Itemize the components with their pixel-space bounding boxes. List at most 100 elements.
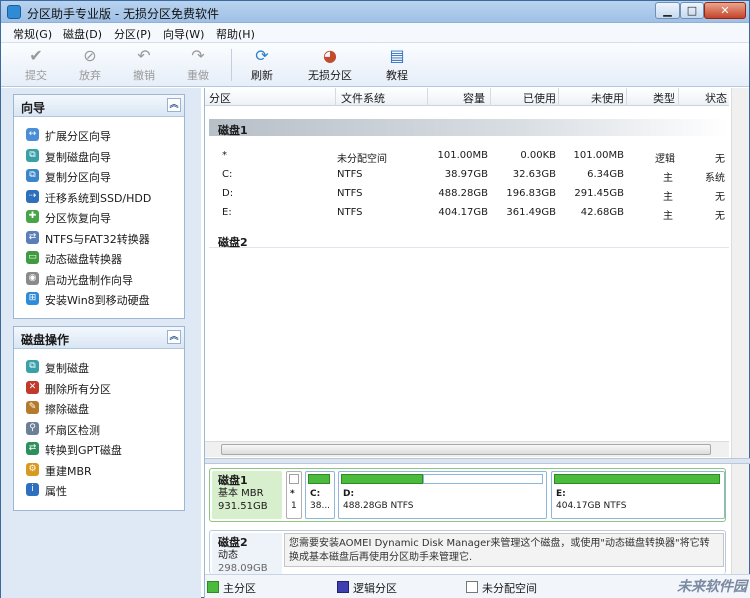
table-vertical-scrollbar[interactable] (731, 88, 749, 458)
redo-button[interactable]: ↷ 重做 (181, 46, 215, 84)
disk-op-convert-gpt[interactable]: ⇄ 转换到GPT磁盘 (14, 438, 184, 459)
close-button[interactable]: ✕ (704, 2, 746, 19)
info-icon: i (26, 483, 39, 496)
discard-icon: ⊘ (83, 46, 97, 65)
table-row[interactable]: C: NTFS 38.97GB 32.63GB 6.34GB 主 系统 (205, 165, 729, 184)
disk1-type: 基本 MBR (218, 488, 264, 499)
col-partition[interactable]: 分区 (209, 90, 231, 106)
disk1-map-card[interactable]: 磁盘1 基本 MBR 931.51GB * 1 C: 38... D: 488.… (209, 468, 726, 522)
undo-button[interactable]: ↶ 撤销 (127, 46, 161, 84)
wizard-ntfs-fat32[interactable]: ⇄ NTFS与FAT32转换器 (14, 227, 184, 248)
disk-op-properties[interactable]: i 属性 (14, 479, 184, 500)
wizard-boot-cd[interactable]: ◉ 启动光盘制作向导 (14, 268, 184, 289)
disk2-name: 磁盘2 (218, 536, 248, 549)
disk-op-wipe-disk[interactable]: ✎ 擦除磁盘 (14, 397, 184, 418)
disk-op-bad-sector[interactable]: ⚲ 坏扇区检测 (14, 418, 184, 439)
dynamic-disk-icon: ▭ (26, 251, 39, 264)
menu-general[interactable]: 常规(G) (13, 26, 52, 42)
wizard-copy-partition[interactable]: ⧉ 复制分区向导 (14, 165, 184, 186)
collapse-icon[interactable]: ︽ (167, 330, 181, 344)
dynamic-disk-message: 您需要安装AOMEI Dynamic Disk Manager来管理这个磁盘，或… (284, 533, 724, 567)
column-divider (335, 88, 336, 106)
unallocated-swatch (466, 581, 478, 593)
table-row[interactable]: D: NTFS 488.28GB 196.83GB 291.45GB 主 无 (205, 184, 729, 203)
rebuild-icon: ⚙ (26, 462, 39, 476)
partition-block-c[interactable]: C: 38... (305, 471, 335, 519)
disk1-info: 磁盘1 基本 MBR 931.51GB (212, 471, 282, 519)
scrollbar-thumb[interactable] (221, 444, 711, 455)
wizard-extend-partition[interactable]: ↔ 扩展分区向导 (14, 124, 184, 145)
menu-wizard[interactable]: 向导(W) (163, 26, 204, 42)
disk1-group-header[interactable]: 磁盘1 (209, 119, 729, 137)
disk-operations-panel: 磁盘操作 ︽ ⧉ 复制磁盘 ✕ 删除所有分区 ✎ 擦除磁盘 ⚲ 坏扇区检测 ⇄ 转换到GP… (13, 326, 185, 511)
partition-block-e[interactable]: E: 404.17GB NTFS (551, 471, 725, 519)
lossless-partition-button[interactable]: ◕ 无损分区 (305, 46, 355, 84)
convert-icon: ⇄ (26, 442, 39, 455)
legend-bar: 主分区 逻辑分区 未分配空间 未来软件园 (205, 574, 750, 598)
minimize-button[interactable]: ▁ (655, 2, 680, 19)
legend-primary: 主分区 (207, 580, 256, 596)
col-filesystem[interactable]: 文件系统 (341, 90, 385, 106)
migrate-icon: ⇢ (26, 189, 39, 203)
col-status[interactable]: 状态 (705, 90, 727, 106)
column-divider (490, 88, 491, 106)
eraser-icon: ✎ (26, 401, 39, 414)
col-used[interactable]: 已使用 (523, 90, 556, 106)
copy-partition-icon: ⧉ (26, 169, 39, 182)
col-unused[interactable]: 未使用 (591, 90, 624, 106)
wizard-panel: 向导 ︽ ↔ 扩展分区向导 ⧉ 复制磁盘向导 ⧉ 复制分区向导 ⇢ 迁移系统到SSD/H… (13, 94, 185, 319)
refresh-button[interactable]: ⟳ 刷新 (245, 46, 279, 84)
logical-swatch (337, 581, 349, 593)
table-row[interactable]: * 未分配空间 101.00MB 0.00KB 101.00MB 逻辑 无 (205, 146, 729, 165)
wizard-migrate-os[interactable]: ⇢ 迁移系统到SSD/HDD (14, 186, 184, 207)
menu-disk[interactable]: 磁盘(D) (63, 26, 102, 42)
table-horizontal-scrollbar[interactable] (205, 441, 729, 457)
wizard-partition-recovery[interactable]: ✚ 分区恢复向导 (14, 206, 184, 227)
menu-partition[interactable]: 分区(P) (114, 26, 151, 42)
refresh-icon: ⟳ (255, 46, 269, 65)
maximize-button[interactable]: □ (680, 2, 704, 19)
column-divider (558, 88, 559, 106)
primary-swatch (207, 581, 219, 593)
tutorial-button[interactable]: ▤ 教程 (380, 46, 414, 84)
column-divider (427, 88, 428, 106)
collapse-icon[interactable]: ︽ (167, 98, 181, 112)
partition-block-d[interactable]: D: 488.28GB NTFS (338, 471, 547, 519)
legend-unallocated: 未分配空间 (466, 580, 537, 596)
convert-icon: ⇄ (26, 230, 39, 244)
commit-button[interactable]: ✔ 提交 (19, 46, 53, 84)
partition-block-unallocated[interactable]: * 1 (286, 471, 302, 519)
disk2-group-header[interactable]: 磁盘2 (209, 231, 729, 249)
column-divider (626, 88, 627, 106)
recovery-icon: ✚ (26, 210, 39, 223)
delete-icon: ✕ (26, 380, 39, 394)
wizard-win8-to-go[interactable]: ⊞ 安装Win8到移动硬盘 (14, 288, 184, 309)
partition-table-header: 分区 文件系统 容量 已使用 未使用 类型 状态 (205, 88, 729, 106)
watermark-logo: 未来软件园 (677, 579, 747, 595)
free-space-bar (423, 474, 543, 484)
disk2-map-card[interactable]: 磁盘2 动态 298.09GB 您需要安装AOMEI Dynamic Disk … (209, 530, 726, 575)
discard-button[interactable]: ⊘ 放弃 (73, 46, 107, 84)
left-sidebar: 向导 ︽ ↔ 扩展分区向导 ⧉ 复制磁盘向导 ⧉ 复制分区向导 ⇢ 迁移系统到SSD/H… (1, 88, 201, 598)
disk-op-rebuild-mbr[interactable]: ⚙ 重建MBR (14, 459, 184, 480)
col-type[interactable]: 类型 (653, 90, 675, 106)
redo-icon: ↷ (191, 46, 205, 65)
wizard-panel-header: 向导 ︽ (14, 95, 184, 117)
table-row[interactable]: E: NTFS 404.17GB 361.49GB 42.68GB 主 无 (205, 203, 729, 222)
usage-bar (341, 474, 423, 484)
toolbar-divider (231, 49, 232, 81)
menu-help[interactable]: 帮助(H) (216, 26, 255, 42)
undo-icon: ↶ (137, 46, 151, 65)
wizard-panel-title: 向导 (21, 101, 46, 115)
wizard-dynamic-disk[interactable]: ▭ 动态磁盘转换器 (14, 247, 184, 268)
disk-op-copy-disk[interactable]: ⧉ 复制磁盘 (14, 356, 184, 377)
pane-splitter[interactable] (205, 458, 750, 464)
disk-op-delete-all[interactable]: ✕ 删除所有分区 (14, 377, 184, 398)
map-vertical-scrollbar[interactable] (731, 464, 749, 574)
check-icon: ✔ (29, 46, 43, 65)
extend-icon: ↔ (26, 128, 39, 141)
book-icon: ▤ (389, 46, 405, 65)
col-capacity[interactable]: 容量 (463, 90, 485, 106)
windows-icon: ⊞ (26, 292, 39, 305)
wizard-copy-disk[interactable]: ⧉ 复制磁盘向导 (14, 145, 184, 166)
